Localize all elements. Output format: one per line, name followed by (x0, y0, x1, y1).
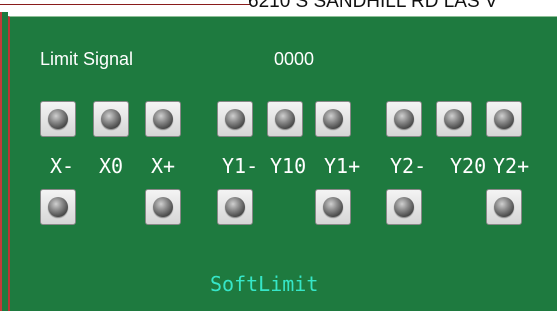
indicator-x0 (93, 101, 129, 137)
limit-signal-value: 0000 (274, 49, 315, 69)
softlimit-label: SoftLimit (210, 272, 319, 296)
label-y1-minus: Y1- (222, 154, 259, 178)
indicator-x-plus (145, 101, 181, 137)
indicator-bottom-y2-plus (486, 189, 522, 225)
indicator-x-minus (40, 101, 76, 137)
label-y2-plus: Y2+ (493, 154, 530, 178)
indicator-y2-plus (486, 101, 522, 137)
label-y1-plus: Y1+ (324, 154, 361, 178)
address-text: 6210 S SANDHILL RD LAS V (248, 0, 498, 12)
indicator-bottom-x-plus (145, 189, 181, 225)
label-y10: Y10 (270, 154, 307, 178)
indicator-y1-plus (315, 101, 351, 137)
limit-signal-title: Limit Signal (40, 49, 134, 69)
label-x0: X0 (99, 154, 124, 178)
label-x-minus: X- (50, 154, 75, 178)
indicator-y1-minus (217, 101, 253, 137)
panel-left-edge (0, 12, 8, 311)
indicator-bottom-y2-minus (386, 189, 422, 225)
label-y20: Y20 (450, 154, 487, 178)
indicator-y10 (267, 101, 303, 137)
indicator-bottom-x-minus (40, 189, 76, 225)
indicator-bottom-y1-minus (217, 189, 253, 225)
top-strip: 6210 S SANDHILL RD LAS V (0, 0, 557, 12)
label-x-plus: X+ (151, 154, 176, 178)
indicator-y2-minus (386, 101, 422, 137)
label-y2-minus: Y2- (390, 154, 427, 178)
top-divider-line (0, 4, 250, 5)
indicator-y20 (436, 101, 472, 137)
indicator-bottom-y1-plus (315, 189, 351, 225)
